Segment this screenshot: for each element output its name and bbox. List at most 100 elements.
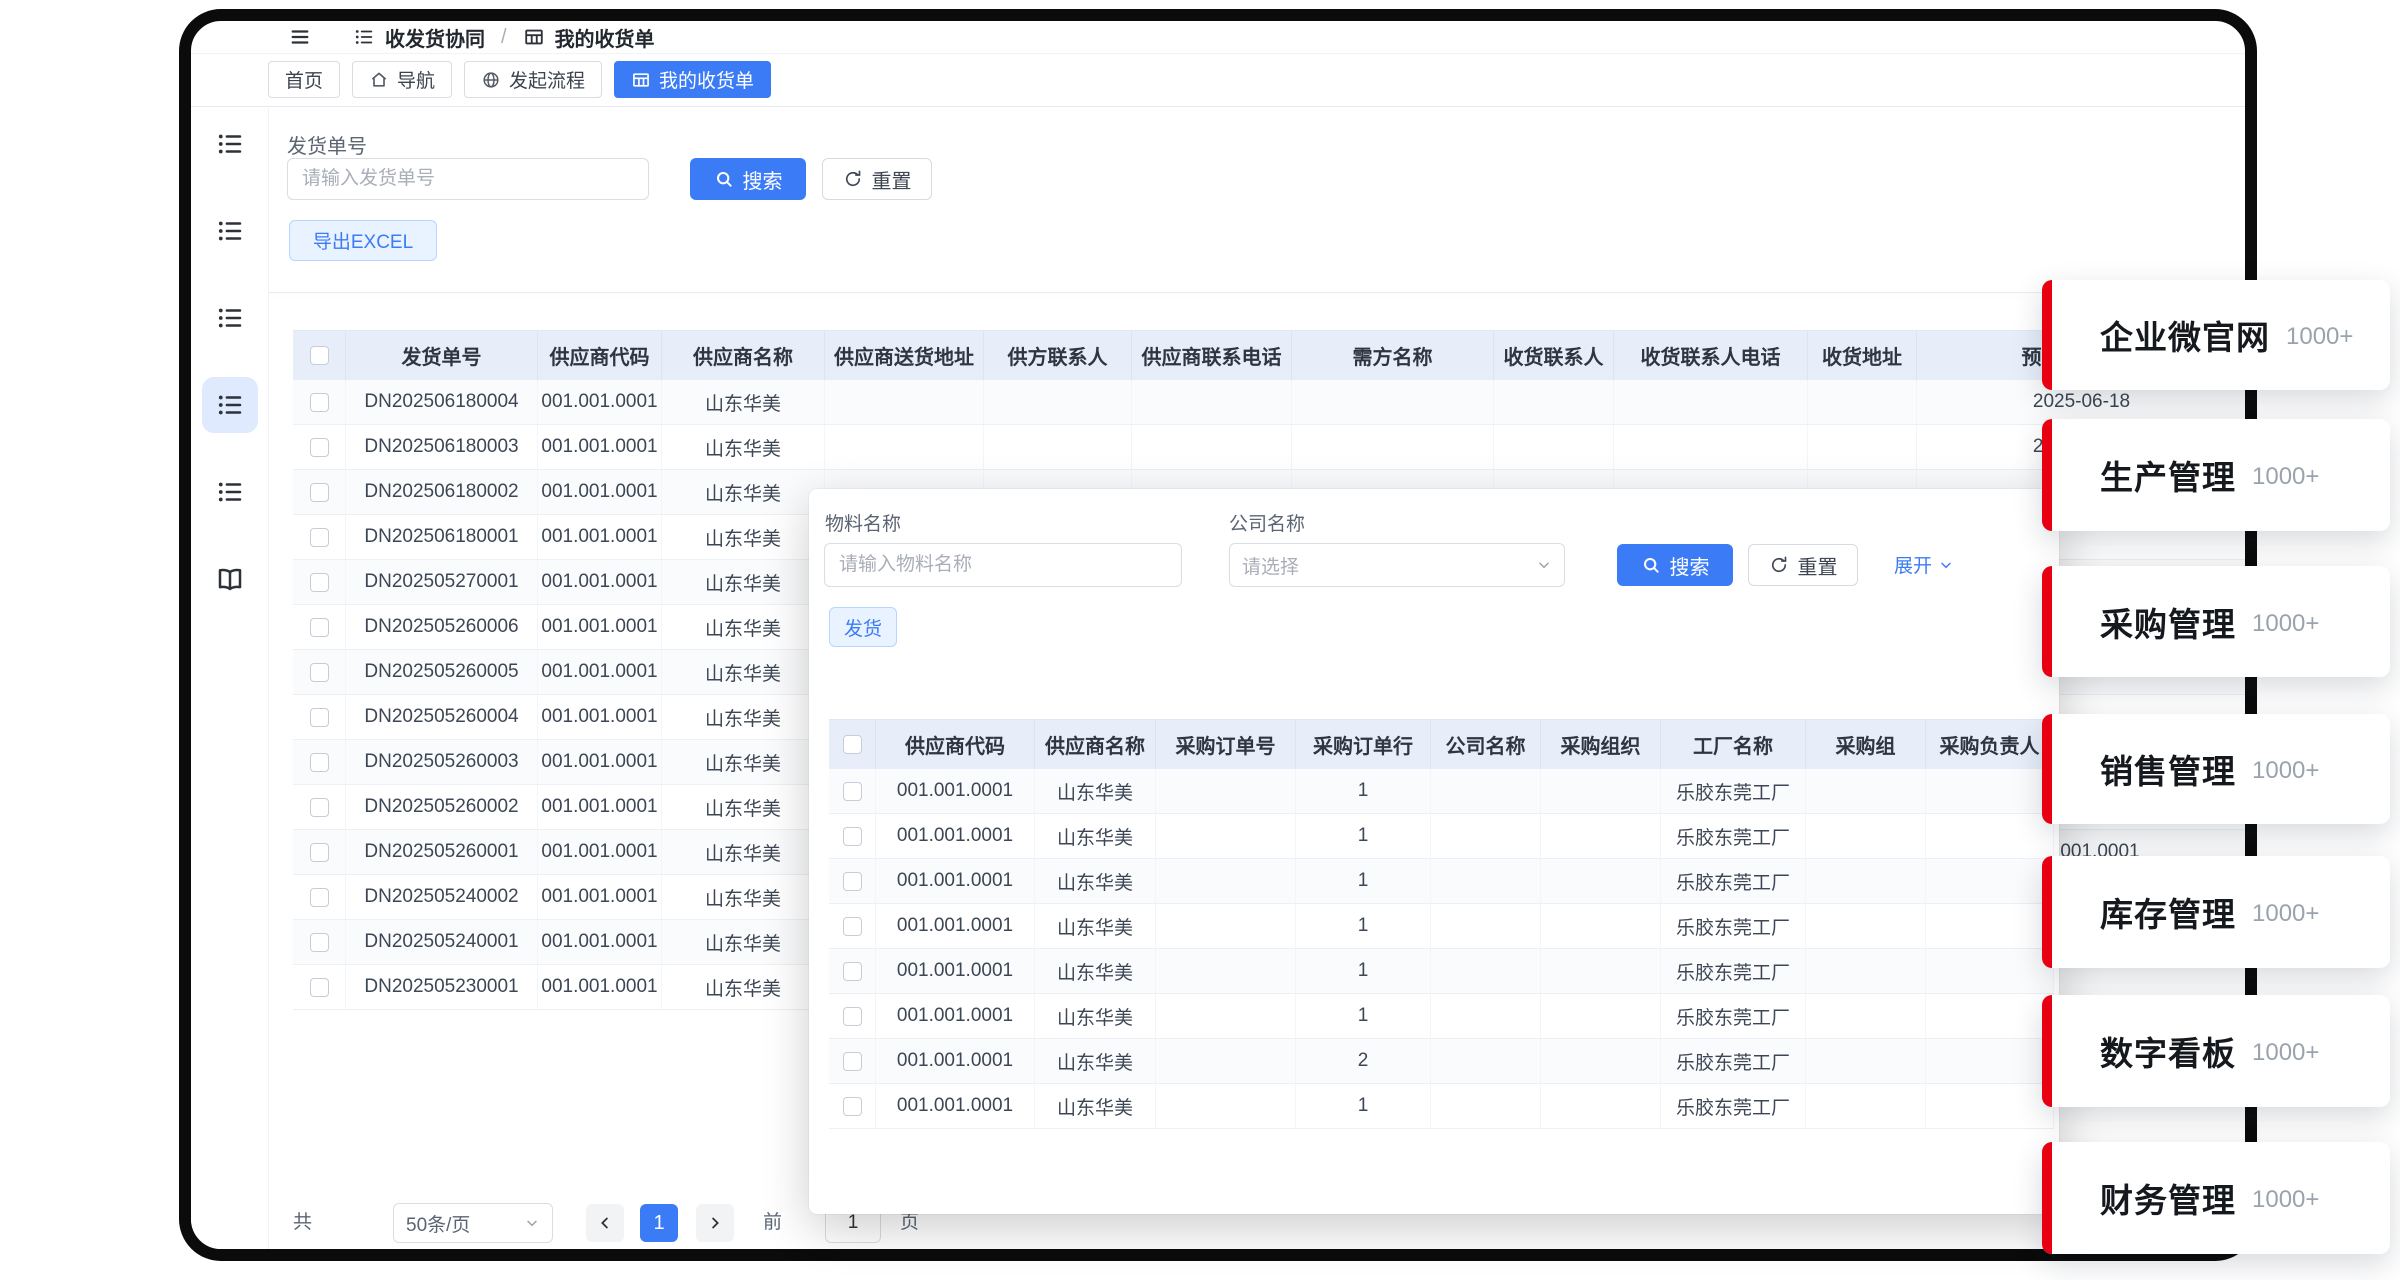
table-row: 001.001.0001山东华美1乐胶东莞工厂 [829,904,2054,949]
row-checkbox[interactable] [310,933,329,952]
table-row: DN202506180004001.001.0001山东华美2025-06-18 [293,380,2245,425]
cell-text: 001.001.0001 [541,526,657,548]
delivery-no-input[interactable] [287,158,649,200]
row-checkbox[interactable] [843,782,862,801]
sidebar-item-4[interactable] [202,377,258,433]
dialog-reset-button[interactable]: 重置 [1748,544,1858,586]
cell-text: DN202505260003 [364,751,518,773]
table-cell: DN202506180003 [346,425,538,469]
reset-button[interactable]: 重置 [822,158,932,200]
column-header-label: 供应商名称 [693,341,793,370]
tab-navigation[interactable]: 导航 [352,61,452,98]
cell-text: 001.001.0001 [541,976,657,998]
row-checkbox[interactable] [310,573,329,592]
table-cell: 山东华美 [662,425,825,469]
row-checkbox[interactable] [843,917,862,936]
ship-button[interactable]: 发货 [829,607,897,647]
column-header-label: 工厂名称 [1693,730,1773,759]
cell-text: 001.001.0001 [897,870,1013,892]
reset-button-label: 重置 [872,165,912,194]
column-header: 收货联系人 [1494,331,1614,380]
cell-text: 山东华美 [705,839,781,866]
sidebar-item-5[interactable] [202,464,258,520]
export-excel-button[interactable]: 导出EXCEL [289,220,437,261]
table-cell [1926,904,2054,948]
row-checkbox[interactable] [310,618,329,637]
side-card-3[interactable]: 采购管理1000+ [2042,566,2390,677]
sidebar-item-1[interactable] [202,116,258,172]
sidebar-item-3[interactable] [202,290,258,346]
row-checkbox[interactable] [843,1007,862,1026]
next-page-button[interactable] [696,1204,734,1242]
row-checkbox[interactable] [310,438,329,457]
table-cell: DN202505260001 [346,830,538,874]
tab-home[interactable]: 首页 [268,61,340,98]
row-checkbox[interactable] [310,663,329,682]
side-card-5[interactable]: 库存管理1000+ [2042,856,2390,968]
select-all-checkbox[interactable] [843,735,862,754]
table-cell [984,425,1132,469]
side-card-title: 财务管理 [2100,1174,2236,1222]
select-all-checkbox[interactable] [310,346,329,365]
row-checkbox[interactable] [843,1052,862,1071]
cell-text: 山东华美 [1057,1048,1133,1075]
table-cell [1806,904,1926,948]
company-select[interactable]: 请选择 [1229,543,1565,587]
table-row: 001.001.0001山东华美2乐胶东莞工厂 [829,1039,2054,1084]
prev-page-button[interactable] [586,1204,624,1242]
row-checkbox[interactable] [310,483,329,502]
row-checkbox[interactable] [310,528,329,547]
side-card-7[interactable]: 财务管理1000+ [2042,1142,2390,1254]
row-checkbox[interactable] [310,978,329,997]
row-checkbox[interactable] [310,888,329,907]
table-cell [1431,1084,1541,1128]
row-checkbox[interactable] [310,753,329,772]
hamburger-menu-icon[interactable] [289,26,311,48]
cell-text: 001.001.0001 [541,886,657,908]
column-header-label: 供应商代码 [550,341,650,370]
search-button[interactable]: 搜索 [690,158,806,200]
side-card-1[interactable]: 企业微官网1000+ [2042,280,2390,390]
page-1-button[interactable]: 1 [640,1204,678,1242]
row-checkbox[interactable] [843,872,862,891]
row-checkbox[interactable] [843,827,862,846]
column-header-label: 供应商送货地址 [834,341,974,370]
row-checkbox[interactable] [843,1097,862,1116]
row-checkbox[interactable] [310,798,329,817]
page-size-select[interactable]: 50条/页 [393,1203,553,1243]
table-cell: 山东华美 [662,695,825,739]
breadcrumb-section[interactable]: 收发货协同 [385,23,485,52]
refresh-icon [843,169,863,189]
row-checkbox-cell [829,1039,876,1083]
table-cell: 乐胶东莞工厂 [1661,859,1806,903]
side-card-4[interactable]: 销售管理1000+ [2042,714,2390,824]
row-checkbox-cell [829,859,876,903]
tab-start-flow[interactable]: 发起流程 [464,61,602,98]
table-cell [1541,1084,1661,1128]
breadcrumb-page[interactable]: 我的收货单 [555,23,655,52]
row-checkbox[interactable] [310,708,329,727]
table-cell: 乐胶东莞工厂 [1661,994,1806,1038]
tab-bar: 首页导航发起流程我的收货单 [191,53,2245,107]
table-row: 001.001.0001山东华美1乐胶东莞工厂 [829,814,2054,859]
cell-text: DN202505260002 [364,796,518,818]
row-checkbox[interactable] [310,393,329,412]
sidebar-item-6[interactable] [202,551,258,607]
dialog-search-button[interactable]: 搜索 [1617,544,1733,586]
side-card-6[interactable]: 数字看板1000+ [2042,995,2390,1107]
table-icon [523,26,545,48]
material-name-input[interactable] [824,543,1182,587]
search-icon [714,169,734,189]
sidebar-item-2[interactable] [202,203,258,259]
expand-toggle[interactable]: 展开 [1894,551,1954,578]
red-accent-bar [2042,1142,2052,1254]
row-checkbox[interactable] [843,962,862,981]
cell-text: 001.001.0001 [541,571,657,593]
tab-my-receipts[interactable]: 我的收货单 [614,61,771,98]
table-cell [1541,859,1661,903]
refresh-icon [1769,555,1789,575]
row-checkbox[interactable] [310,843,329,862]
row-checkbox-cell [829,1084,876,1128]
side-card-2[interactable]: 生产管理1000+ [2042,419,2390,531]
table-cell [1806,814,1926,858]
